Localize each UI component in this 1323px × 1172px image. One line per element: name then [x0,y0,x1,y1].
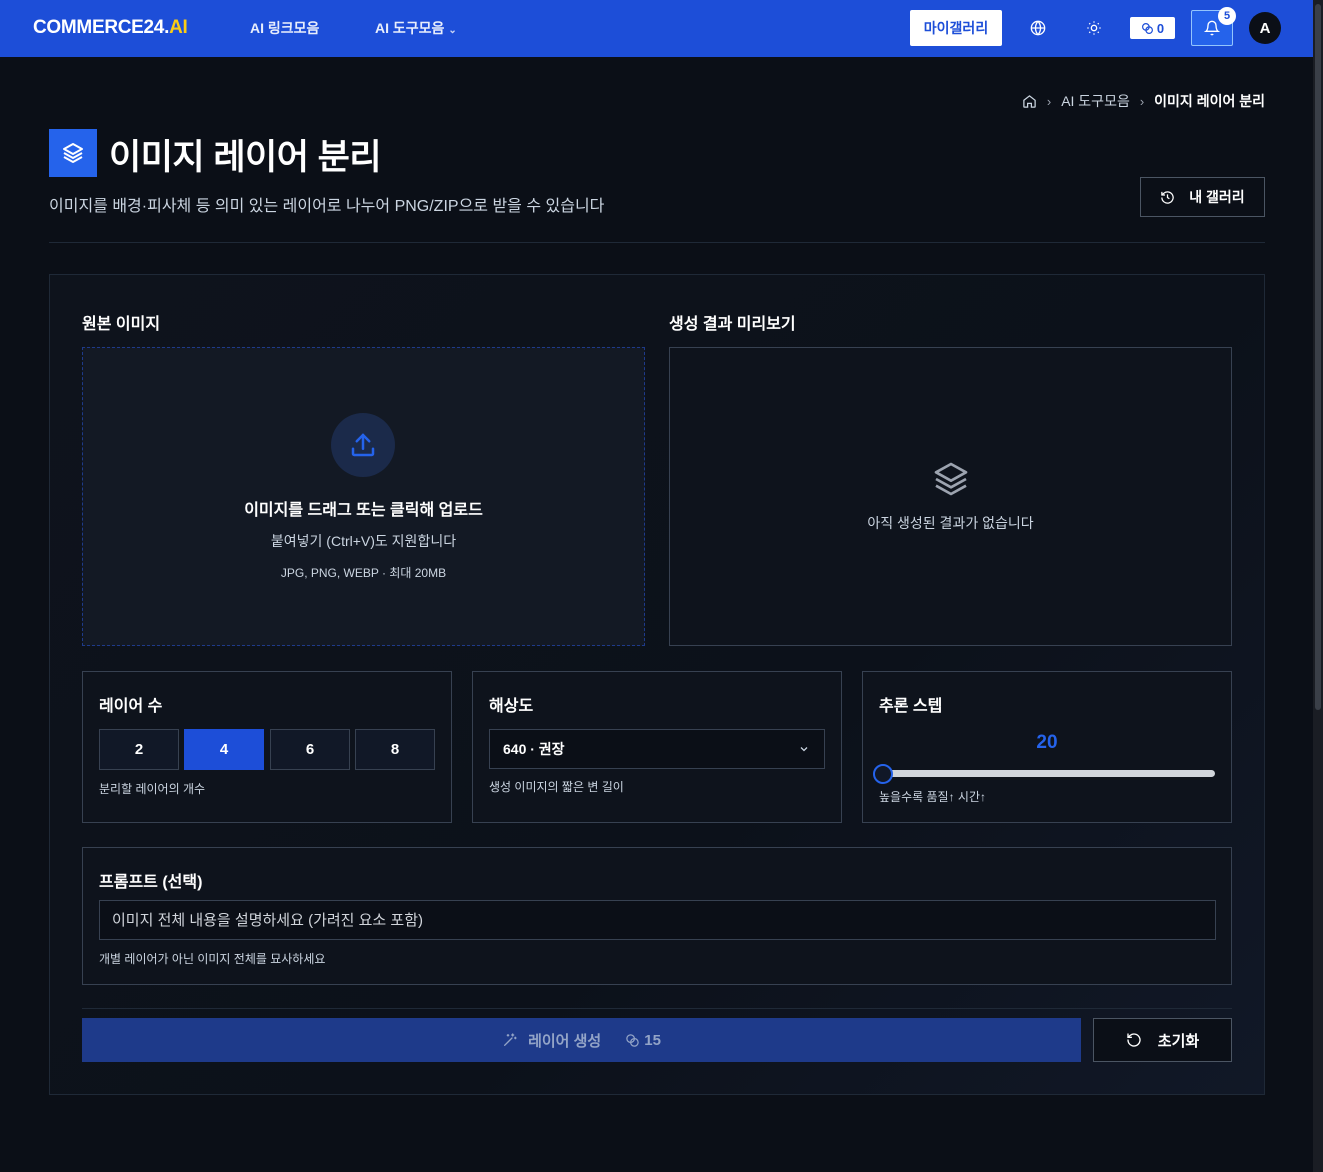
reset-label: 초기화 [1157,1032,1200,1050]
chevron-down-icon: ⌄ [448,25,457,36]
notification-count-badge: 5 [1218,7,1236,25]
user-avatar[interactable]: A [1249,12,1281,44]
prompt-help: 개별 레이어가 아닌 이미지 전체를 묘사하세요 [99,952,326,966]
credits-badge[interactable]: 0 [1130,17,1175,39]
layer-count-card: 레이어 수 2 4 6 8 분리할 레이어의 개수 [82,671,452,823]
chevron-down-icon [800,747,808,752]
reset-button[interactable]: 초기화 [1093,1018,1232,1062]
nav-ai-tools-label: AI 도구모음 [375,20,445,36]
nav-ai-links-label: AI 링크모음 [250,20,320,36]
upload-format-hint: JPG, PNG, WEBP · 최대 20MB [280,566,447,580]
layer-option-4[interactable]: 4 [184,729,264,770]
breadcrumb-ai-tools[interactable]: AI 도구모음 [1061,91,1130,111]
credits-count: 0 [1156,20,1165,36]
resolution-value: 640 · 권장 [503,741,565,757]
inference-steps-title: 추론 스텝 [879,698,943,715]
breadcrumb-separator: › [1046,93,1052,109]
preview-empty-text: 아직 생성된 결과가 없습니다 [867,515,1034,531]
upload-title: 이미지를 드래그 또는 클릭해 업로드 [244,502,483,519]
generate-label: 레이어 생성 [528,1032,602,1050]
actions-divider [82,1008,1232,1009]
generate-layers-button[interactable]: 레이어 생성 15 [82,1018,1081,1062]
page-scrollbar[interactable] [1313,0,1323,1172]
sun-icon [1087,21,1101,35]
layer-count-title: 레이어 수 [99,698,163,715]
prompt-card: 프롬프트 (선택) 개별 레이어가 아닌 이미지 전체를 묘사하세요 [82,847,1232,985]
coins-icon [1141,22,1153,34]
layer-option-6[interactable]: 6 [270,729,350,770]
inference-steps-value: 20 [1036,732,1058,753]
magic-wand-icon [504,1033,517,1046]
nav-ai-tools[interactable]: AI 도구모음 ⌄ [375,18,457,38]
gallery-button-label: 내 갤러리 [1189,189,1245,205]
my-gallery-history-button[interactable]: 내 갤러리 [1140,177,1265,217]
scrollbar-thumb[interactable] [1315,4,1321,710]
header-divider [49,242,1265,243]
generate-cost-value: 15 [644,1031,661,1049]
layers-icon [63,143,83,163]
globe-icon [1030,20,1046,36]
page-title: 이미지 레이어 분리 [109,138,382,177]
upload-subtext: 붙여넣기 (Ctrl+V)도 지원합니다 [270,533,457,549]
coins-icon [626,1033,639,1047]
nav-ai-links[interactable]: AI 링크모음 [250,18,319,38]
image-upload-dropzone[interactable]: 이미지를 드래그 또는 클릭해 업로드 붙여넣기 (Ctrl+V)도 지원합니다… [82,347,645,646]
layer-option-2[interactable]: 2 [99,729,179,770]
result-preview-area: 아직 생성된 결과가 없습니다 [669,347,1232,646]
layer-count-help: 분리할 레이어의 개수 [99,782,206,796]
resolution-title: 해상도 [489,698,534,715]
home-icon[interactable] [1022,94,1037,109]
rotate-ccw-icon [1127,1033,1141,1047]
upload-icon [351,433,375,457]
slider-thumb[interactable] [873,764,893,784]
history-icon [1161,190,1175,204]
breadcrumb: › AI 도구모음 › 이미지 레이어 분리 [1022,91,1265,111]
theme-toggle-button[interactable] [1080,14,1108,42]
my-gallery-button[interactable]: 마이갤러리 [910,10,1002,46]
preview-label: 생성 결과 미리보기 [669,316,796,333]
page-subtitle: 이미지를 배경·피사체 등 의미 있는 레이어로 나누어 PNG/ZIP으로 받… [49,198,605,215]
source-image-label: 원본 이미지 [82,316,161,333]
breadcrumb-current: 이미지 레이어 분리 [1154,93,1265,109]
resolution-select[interactable]: 640 · 권장 [489,729,825,769]
prompt-title: 프롬프트 (선택) [99,874,203,891]
top-navbar: COMMERCE24.AI AI 링크모음 AI 도구모음 ⌄ 마이갤러리 0 5… [0,0,1313,57]
layers-icon [934,462,968,496]
language-button[interactable] [1024,14,1052,42]
resolution-card: 해상도 640 · 권장 생성 이미지의 짧은 변 길이 [472,671,842,823]
upload-icon-circle [331,413,395,477]
resolution-help: 생성 이미지의 짧은 변 길이 [489,780,624,794]
generate-cost: 15 [625,1032,661,1049]
inference-steps-card: 추론 스텝 20 높을수록 품질↑ 시간↑ [862,671,1232,823]
breadcrumb-separator: › [1139,93,1145,109]
inference-steps-slider[interactable] [879,770,1215,777]
inference-steps-help: 높을수록 품질↑ 시간↑ [879,790,986,804]
bell-icon [1204,20,1220,36]
prompt-input[interactable] [99,900,1216,940]
page-title-icon [49,129,97,177]
layer-option-8[interactable]: 8 [355,729,435,770]
site-logo[interactable]: COMMERCE24.AI [33,17,188,39]
